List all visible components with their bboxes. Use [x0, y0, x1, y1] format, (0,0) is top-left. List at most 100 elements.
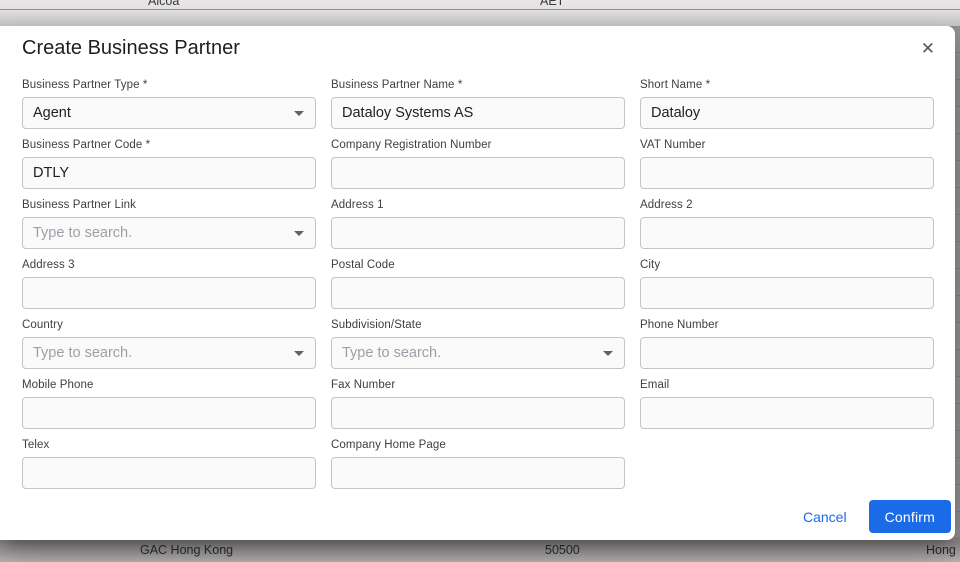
phone-number-input[interactable]	[640, 337, 934, 369]
fax-number-input[interactable]	[331, 397, 625, 429]
country-label: Country	[22, 319, 316, 332]
field-business-partner-link: Business Partner Link	[22, 199, 316, 249]
city-input[interactable]	[640, 277, 934, 309]
country-search-input[interactable]	[33, 345, 305, 361]
business-partner-type-dropdown[interactable]: Agent	[22, 97, 316, 129]
dialog-footer: Cancel Confirm	[0, 489, 955, 533]
company-home-page-input[interactable]	[331, 457, 625, 489]
field-subdivision-state: Subdivision/State	[331, 319, 625, 369]
country-dropdown[interactable]	[22, 337, 316, 369]
field-phone-number: Phone Number	[640, 319, 934, 369]
address-2-input[interactable]	[640, 217, 934, 249]
backdrop-scrim	[955, 26, 960, 540]
background-cell: AET	[540, 0, 564, 8]
short-name-input[interactable]	[640, 97, 934, 129]
field-company-home-page: Company Home Page	[331, 439, 625, 489]
field-email: Email	[640, 379, 934, 429]
business-partner-type-label: Business Partner Type *	[22, 79, 316, 92]
city-label: City	[640, 259, 934, 272]
phone-number-text-input[interactable]	[651, 345, 923, 361]
business-partner-name-text-input[interactable]	[342, 105, 614, 121]
field-telex: Telex	[22, 439, 316, 489]
dialog-title: Create Business Partner	[22, 34, 240, 62]
background-cell: Alcoa	[148, 0, 179, 8]
field-address-3: Address 3	[22, 259, 316, 309]
table-row-divider	[0, 9, 960, 10]
email-text-input[interactable]	[651, 405, 923, 421]
field-business-partner-type: Business Partner Type * Agent	[22, 79, 316, 129]
cancel-button[interactable]: Cancel	[787, 501, 863, 533]
field-company-registration-number: Company Registration Number	[331, 139, 625, 189]
business-partner-type-selected-value: Agent	[33, 105, 71, 121]
screen: Alcoa AET GAC Hong Kong 50500 Hong K Cre…	[0, 0, 960, 562]
dialog-header: Create Business Partner ✕	[0, 26, 955, 63]
business-partner-name-label: Business Partner Name *	[331, 79, 625, 92]
background-cell: 50500	[545, 543, 580, 557]
close-icon[interactable]: ✕	[915, 34, 941, 63]
address-3-label: Address 3	[22, 259, 316, 272]
field-postal-code: Postal Code	[331, 259, 625, 309]
field-country: Country	[22, 319, 316, 369]
address-2-label: Address 2	[640, 199, 934, 212]
company-registration-number-input[interactable]	[331, 157, 625, 189]
create-business-partner-dialog: Create Business Partner ✕ Business Partn…	[0, 26, 955, 540]
chevron-down-icon	[603, 351, 613, 356]
field-fax-number: Fax Number	[331, 379, 625, 429]
company-registration-number-text-input[interactable]	[342, 165, 614, 181]
short-name-text-input[interactable]	[651, 105, 923, 121]
chevron-down-icon	[294, 231, 304, 236]
field-mobile-phone: Mobile Phone	[22, 379, 316, 429]
company-home-page-text-input[interactable]	[342, 465, 614, 481]
telex-label: Telex	[22, 439, 316, 452]
mobile-phone-text-input[interactable]	[33, 405, 305, 421]
company-home-page-label: Company Home Page	[331, 439, 625, 452]
confirm-button[interactable]: Confirm	[869, 500, 951, 533]
address-3-text-input[interactable]	[33, 285, 305, 301]
telex-input[interactable]	[22, 457, 316, 489]
postal-code-text-input[interactable]	[342, 285, 614, 301]
business-partner-link-dropdown[interactable]	[22, 217, 316, 249]
mobile-phone-label: Mobile Phone	[22, 379, 316, 392]
business-partner-code-input[interactable]	[22, 157, 316, 189]
subdivision-state-search-input[interactable]	[342, 345, 614, 361]
address-2-text-input[interactable]	[651, 225, 923, 241]
fax-number-text-input[interactable]	[342, 405, 614, 421]
field-city: City	[640, 259, 934, 309]
field-vat-number: VAT Number	[640, 139, 934, 189]
postal-code-label: Postal Code	[331, 259, 625, 272]
business-partner-link-label: Business Partner Link	[22, 199, 316, 212]
telex-text-input[interactable]	[33, 465, 305, 481]
vat-number-text-input[interactable]	[651, 165, 923, 181]
email-input[interactable]	[640, 397, 934, 429]
company-registration-number-label: Company Registration Number	[331, 139, 625, 152]
address-3-input[interactable]	[22, 277, 316, 309]
field-business-partner-code: Business Partner Code *	[22, 139, 316, 189]
business-partner-code-label: Business Partner Code *	[22, 139, 316, 152]
fax-number-label: Fax Number	[331, 379, 625, 392]
background-cell: Hong K	[926, 543, 960, 557]
phone-number-label: Phone Number	[640, 319, 934, 332]
background-table-bottom: GAC Hong Kong 50500 Hong K	[0, 540, 960, 562]
background-cell: GAC Hong Kong	[140, 543, 233, 557]
mobile-phone-input[interactable]	[22, 397, 316, 429]
field-short-name: Short Name *	[640, 79, 934, 129]
address-1-text-input[interactable]	[342, 225, 614, 241]
field-address-2: Address 2	[640, 199, 934, 249]
chevron-down-icon	[294, 111, 304, 116]
vat-number-input[interactable]	[640, 157, 934, 189]
field-address-1: Address 1	[331, 199, 625, 249]
business-partner-form: Business Partner Type *AgentBusiness Par…	[0, 63, 955, 489]
email-label: Email	[640, 379, 934, 392]
postal-code-input[interactable]	[331, 277, 625, 309]
address-1-input[interactable]	[331, 217, 625, 249]
address-1-label: Address 1	[331, 199, 625, 212]
business-partner-code-text-input[interactable]	[33, 165, 305, 181]
subdivision-state-dropdown[interactable]	[331, 337, 625, 369]
city-text-input[interactable]	[651, 285, 923, 301]
business-partner-name-input[interactable]	[331, 97, 625, 129]
business-partner-link-search-input[interactable]	[33, 225, 305, 241]
short-name-label: Short Name *	[640, 79, 934, 92]
chevron-down-icon	[294, 351, 304, 356]
subdivision-state-label: Subdivision/State	[331, 319, 625, 332]
field-business-partner-name: Business Partner Name *	[331, 79, 625, 129]
